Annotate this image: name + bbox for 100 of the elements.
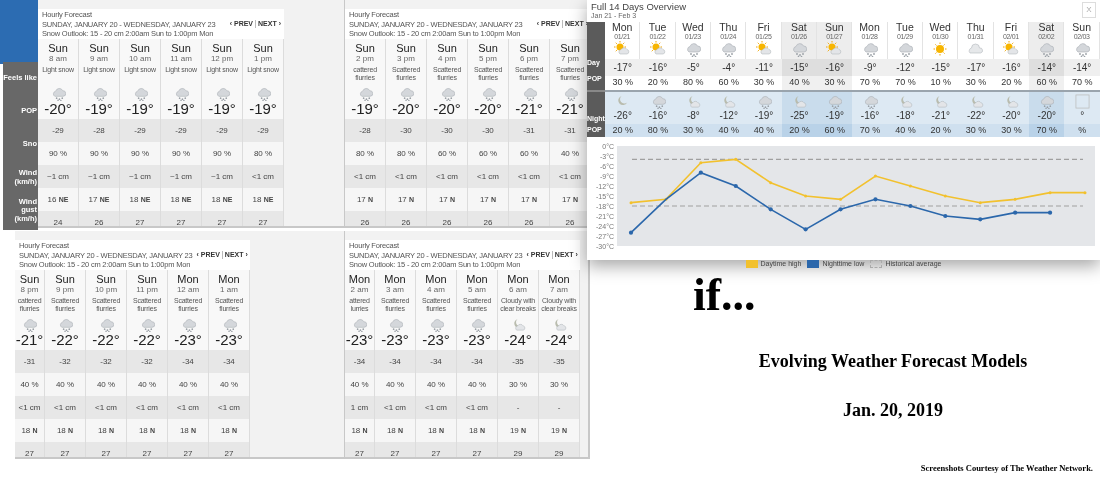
feels-like-value: -29 xyxy=(257,124,269,137)
hour-label: 1 am xyxy=(220,285,238,296)
low-temperature: -20° xyxy=(1037,109,1056,122)
weekday-label: Sat xyxy=(791,22,807,33)
feels-like-value: -31 xyxy=(23,355,36,368)
snow-amount: <1 cm xyxy=(518,170,540,183)
snow-amount: <1 cm xyxy=(18,401,41,414)
snow-amount: <1 cm xyxy=(425,401,447,414)
empty-icon-frame xyxy=(1074,94,1090,109)
snow-cloud-icon xyxy=(896,41,913,57)
wind-gust-value: 27 xyxy=(472,447,482,457)
precipitation-chance: 90 % xyxy=(212,147,232,160)
day-label: Mon xyxy=(384,273,406,286)
precipitation-chance: 40 % xyxy=(350,378,369,391)
temperature: -19° xyxy=(351,101,379,118)
weekday-label: Tue xyxy=(648,22,667,33)
snow-cloud-icon xyxy=(862,94,878,109)
snow-amount: <1 cm xyxy=(177,401,199,414)
wind-gust-value: 27 xyxy=(25,447,34,457)
snow-amount: <1 cm xyxy=(436,170,458,183)
hour-label: 11 am xyxy=(170,54,192,65)
weekday-label: Sun xyxy=(1072,22,1091,33)
hour-label: 10 am xyxy=(128,54,152,65)
low-temperature: -19° xyxy=(825,109,844,122)
high-temperature: -14° xyxy=(1037,61,1056,75)
precipitation-chance: 30 % xyxy=(612,76,633,90)
precipitation-chance: 40 % xyxy=(560,147,580,160)
day-label: Sun xyxy=(253,42,273,55)
day-label: Sun xyxy=(130,42,150,55)
precipitation-chance: 90 % xyxy=(89,147,109,160)
legend-swatch xyxy=(870,260,883,269)
moon-cloud-icon xyxy=(933,94,949,109)
snow-cloud-icon xyxy=(1038,41,1055,57)
high-temperature: -16° xyxy=(1002,61,1021,75)
precipitation-chance: 60 % xyxy=(519,147,539,160)
snow-cloud-icon xyxy=(790,41,807,57)
slide-date: Jan. 20, 2019 xyxy=(843,399,943,422)
snow-cloud-icon xyxy=(221,317,237,333)
feels-like-value: -34 xyxy=(471,355,483,368)
snow-amount: ~1 cm xyxy=(211,170,233,183)
temperature: -19° xyxy=(85,101,113,118)
snow-amount: ~1 cm xyxy=(129,170,151,183)
day-label: Mon xyxy=(425,273,447,286)
feels-like-value: -35 xyxy=(512,355,524,368)
temperature: -21° xyxy=(15,332,44,349)
precipitation-chance: 30 % xyxy=(683,123,704,137)
weekday-label: Sun xyxy=(824,22,844,33)
snow-cloud-icon xyxy=(139,317,155,333)
weekday-label: Mon xyxy=(611,22,633,33)
temperature: -22° xyxy=(92,332,120,349)
day-label: Mon xyxy=(177,273,199,286)
precipitation-chance: 70 % xyxy=(1036,123,1058,137)
precipitation-chance: 10 % xyxy=(930,76,951,90)
snow-amount: <1 cm xyxy=(54,401,76,414)
desktop-background xyxy=(0,0,40,64)
snow-cloud-icon xyxy=(57,317,73,333)
snow-amount: <1 cm xyxy=(384,401,406,414)
precipitation-chance: 30 % xyxy=(1001,123,1022,137)
feels-like-value: -28 xyxy=(359,124,371,137)
precipitation-chance: 40 % xyxy=(426,378,446,391)
temperature: -19° xyxy=(126,101,154,118)
high-temperature: -15° xyxy=(790,61,809,75)
feels-like-value: -30 xyxy=(400,124,412,137)
day-label: Sun xyxy=(171,42,191,55)
precipitation-chance: 40 % xyxy=(137,378,157,391)
snow-cloud-icon xyxy=(684,41,701,57)
overview-title: Full 14 Days Overview xyxy=(591,1,687,12)
precipitation-chance: 40 % xyxy=(467,378,487,391)
snow-cloud-icon xyxy=(50,86,66,102)
precipitation-chance: 20 % xyxy=(930,123,951,137)
wind-gust-value: 29 xyxy=(513,447,523,457)
temperature: -19° xyxy=(249,101,277,118)
temperature: -23° xyxy=(345,332,374,349)
day-label: Mon xyxy=(548,273,570,286)
feels-like-value: -35 xyxy=(553,355,565,368)
slide-title: Evolving Weather Forecast Models xyxy=(758,350,1028,373)
temperature: -21° xyxy=(515,101,543,118)
hour-label: 2 am xyxy=(350,285,369,296)
precipitation-chance: 80 % xyxy=(396,147,416,160)
precipitation-chance: 40 % xyxy=(178,378,198,391)
high-temperature: -4° xyxy=(722,61,736,75)
snow-amount: <1 cm xyxy=(218,401,240,414)
snow-cloud-icon xyxy=(98,317,114,333)
snow-cloud-icon xyxy=(357,86,373,102)
low-temperature: -22° xyxy=(966,109,986,122)
low-temperature: -26° xyxy=(613,109,632,122)
temperature: -22° xyxy=(133,332,161,349)
feels-like-value: -29 xyxy=(175,124,187,137)
weekday-label: Fri xyxy=(757,22,770,33)
hour-label: 12 pm xyxy=(210,54,234,65)
snow-amount: <1 cm xyxy=(395,170,417,183)
weekday-label: Sat xyxy=(1038,22,1055,33)
snow-amount: ~1 cm xyxy=(88,170,110,183)
precipitation-chance: 40 % xyxy=(895,123,916,137)
hour-label: 5 pm xyxy=(479,54,497,65)
temperature: -23° xyxy=(463,332,491,349)
snow-amount: <1 cm xyxy=(95,401,117,414)
moon-cloud-icon xyxy=(721,94,737,109)
wind-gust-value: 26 xyxy=(94,216,104,226)
snow-cloud-icon xyxy=(428,317,444,333)
